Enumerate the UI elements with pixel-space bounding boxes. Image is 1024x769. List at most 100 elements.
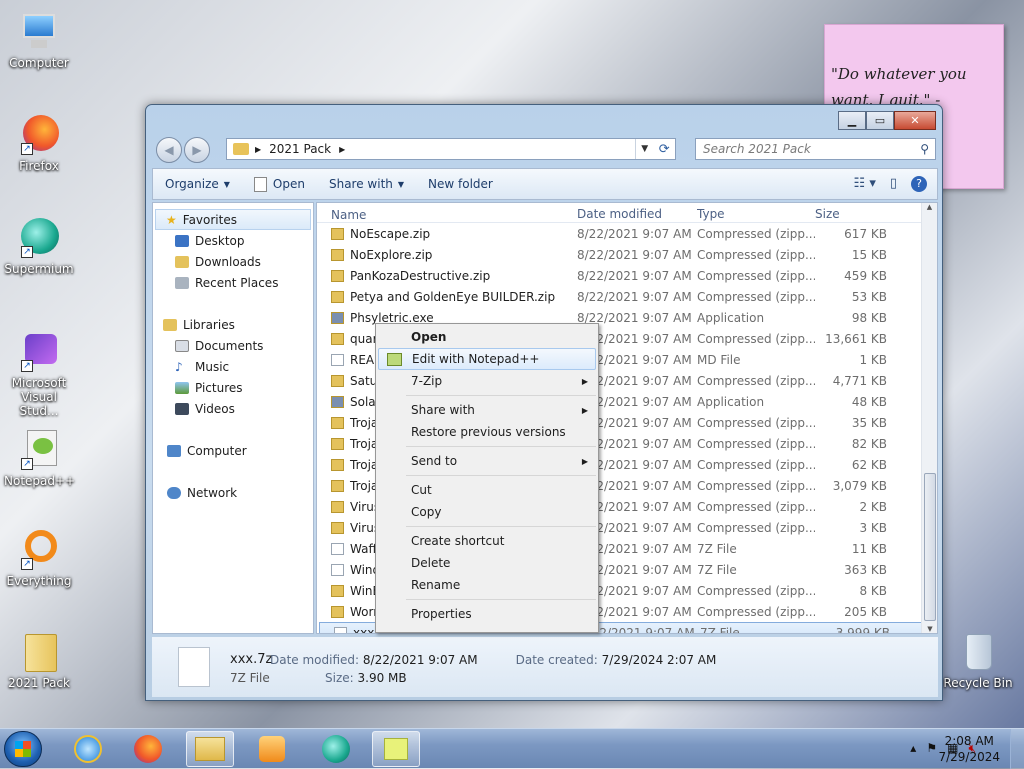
file-type: Compressed (zipp... (697, 268, 815, 283)
nav-downloads[interactable]: Downloads (153, 251, 313, 272)
refresh-icon[interactable]: ⟳ (659, 142, 670, 157)
preview-pane-icon[interactable]: ▯ (890, 176, 897, 192)
zip-folder-icon (331, 269, 344, 282)
back-button[interactable]: ◀ (156, 137, 182, 163)
file-name: NoExplore.zip (317, 248, 577, 262)
desktop-icon-2021-pack[interactable]: 2021 Pack (4, 630, 74, 690)
menu-send-to[interactable]: Send to ▶ (376, 450, 598, 472)
table-row[interactable]: NoExplore.zip 8/22/2021 9:07 AM Compressed… (317, 244, 937, 265)
breadcrumb-current[interactable]: 2021 Pack (269, 142, 331, 156)
desktop-icon-firefox[interactable]: ↗ Firefox (4, 113, 74, 173)
scroll-up-icon[interactable]: ▲ (922, 203, 937, 211)
taskbar-internet-explorer[interactable] (64, 731, 112, 767)
taskbar-media-player[interactable] (248, 731, 296, 767)
file-date-modified: 8/22/2021 9:07 AM (577, 289, 692, 304)
zip-folder-icon (331, 479, 344, 492)
column-type[interactable]: Type (697, 207, 815, 222)
close-button[interactable]: ✕ (894, 111, 936, 130)
menu-share-with[interactable]: Share with ▶ (376, 399, 598, 421)
nav-libraries[interactable]: Libraries (153, 314, 313, 335)
open-label: Open (272, 177, 305, 191)
taskbar-firefox[interactable] (124, 731, 172, 767)
desktop-icon-recycle-bin[interactable]: Recycle Bin (942, 630, 1014, 690)
taskbar-explorer[interactable] (186, 731, 234, 767)
documents-icon (175, 339, 189, 352)
clock[interactable]: 2:08 AM 7/29/2024 (938, 733, 1000, 765)
table-row[interactable]: NoEscape.zip 8/22/2021 9:07 AM Compressed … (317, 223, 937, 244)
nav-recent-places[interactable]: Recent Places (153, 272, 313, 293)
search-input[interactable]: Search 2021 Pack ⚲ (695, 138, 936, 160)
desktop-icon-everything[interactable]: ↗ Everything (4, 528, 74, 588)
menu-rename[interactable]: Rename (376, 574, 598, 596)
file-name: Petya and GoldenEye BUILDER.zip (317, 290, 577, 304)
start-button[interactable] (4, 731, 42, 767)
desktop-icon-visual-studio[interactable]: ↗ Microsoft Visual Stud... (4, 330, 74, 418)
column-size[interactable]: Size (815, 207, 887, 222)
submenu-arrow-icon: ▶ (581, 456, 588, 466)
column-name[interactable]: Name (317, 207, 577, 222)
menu-delete[interactable]: Delete (376, 552, 598, 574)
view-options-icon[interactable]: ☷ ▾ (854, 176, 876, 192)
desktop-icon-notepadpp[interactable]: ↗ Notepad++ (4, 428, 75, 488)
nav-favorites[interactable]: ★ Favorites (155, 209, 311, 230)
table-row[interactable]: PanKozaDestructive.zip 8/22/2021 9:07 AM C… (317, 265, 937, 286)
nav-music[interactable]: ♪ Music (153, 356, 313, 377)
menu-create-shortcut[interactable]: Create shortcut (376, 530, 598, 552)
scroll-down-icon[interactable]: ▼ (922, 625, 937, 633)
recent-places-icon (175, 276, 189, 289)
recycle-bin-icon (956, 630, 1000, 674)
taskbar-supermium[interactable] (312, 731, 360, 767)
visual-studio-icon: ↗ (17, 330, 61, 374)
open-button[interactable]: Open (253, 176, 305, 192)
menu-edit-with-notepadpp[interactable]: Edit with Notepad++ (378, 348, 596, 370)
action-center-flag-icon[interactable]: ⚑ (926, 741, 937, 756)
maximize-button[interactable]: ▭ (866, 111, 894, 130)
minimize-button[interactable]: ▁ (838, 111, 866, 130)
file-size: 1 KB (859, 352, 887, 367)
nav-pictures[interactable]: Pictures (153, 377, 313, 398)
file-type: Compressed (zipp... (697, 226, 815, 241)
supermium-icon (322, 735, 350, 763)
vertical-scrollbar[interactable]: ▲ ▼ (921, 203, 937, 633)
taskbar-sticky-notes[interactable] (372, 731, 420, 767)
table-row[interactable]: Petya and GoldenEye BUILDER.zip 8/22/2021… (317, 286, 937, 307)
search-icon[interactable]: ⚲ (920, 142, 929, 156)
show-hidden-icons-icon[interactable]: ▴ (910, 741, 916, 756)
nav-computer[interactable]: Computer (153, 440, 313, 461)
file-type: Compressed (zipp... (697, 499, 815, 514)
organize-button[interactable]: Organize ▼ (165, 177, 230, 191)
address-bar[interactable]: ▶ 2021 Pack ▶ ▼ ⟳ (226, 138, 676, 160)
file-size: 8 KB (859, 583, 887, 598)
nav-desktop[interactable]: Desktop (153, 230, 313, 251)
nav-videos[interactable]: Videos (153, 398, 313, 419)
folder-icon (17, 630, 61, 674)
new-folder-button[interactable]: New folder (428, 177, 493, 191)
desktop-icon-supermium[interactable]: ↗ Supermium (4, 216, 74, 276)
help-icon[interactable]: ? (911, 176, 927, 192)
pictures-icon (175, 381, 189, 394)
dropdown-arrow-icon: ▼ (397, 179, 405, 189)
menu-properties[interactable]: Properties (376, 603, 598, 625)
computer-icon (167, 444, 181, 457)
scrollbar-thumb[interactable] (924, 473, 936, 621)
menu-open[interactable]: Open (376, 326, 598, 348)
menu-7zip[interactable]: 7-Zip ▶ (376, 370, 598, 392)
file-size: 13,661 KB (825, 331, 887, 346)
nav-network[interactable]: Network (153, 482, 313, 503)
file-size: 2 KB (859, 499, 887, 514)
show-desktop-button[interactable] (1010, 729, 1024, 769)
column-date-modified[interactable]: Date modified (577, 207, 697, 222)
share-with-button[interactable]: Share with ▼ (329, 177, 404, 191)
nav-documents[interactable]: Documents (153, 335, 313, 356)
menu-copy[interactable]: Copy (376, 501, 598, 523)
file-type: MD File (697, 352, 741, 367)
menu-separator (406, 599, 596, 600)
forward-button[interactable]: ▶ (184, 137, 210, 163)
details-size-label: Size: (325, 671, 354, 685)
menu-cut[interactable]: Cut (376, 479, 598, 501)
menu-restore-previous-versions[interactable]: Restore previous versions (376, 421, 598, 443)
details-file-type: 7Z File (230, 671, 270, 685)
address-dropdown-icon[interactable]: ▼ (641, 144, 648, 154)
desktop-icon-computer[interactable]: Computer (4, 10, 74, 70)
details-pane: xxx.7z 7Z File Date modified: 8/22/2021 … (152, 637, 938, 697)
